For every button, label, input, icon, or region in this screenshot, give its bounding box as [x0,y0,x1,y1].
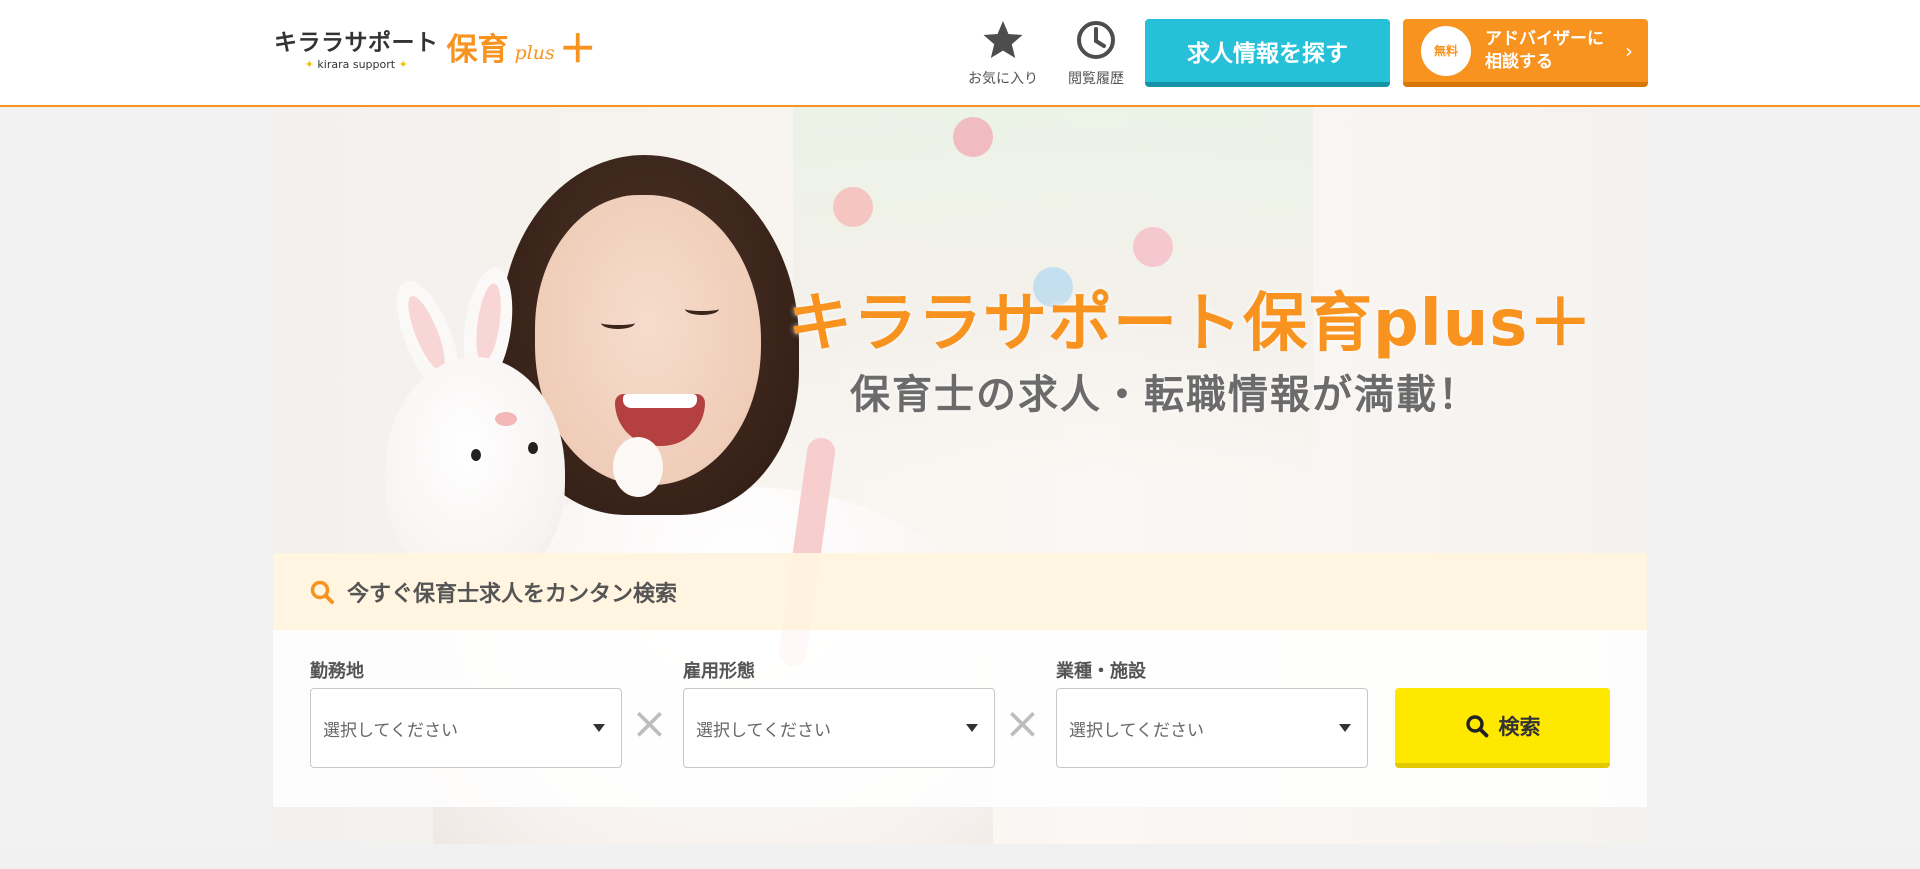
search-jobs-label: 求人情報を探す [1187,40,1348,67]
favorites-link[interactable]: お気に入り [963,18,1043,88]
hero-subtitle: 保育士の求人・転職情報が満載！ [850,372,1480,418]
hero-decoration [1133,227,1173,267]
site-logo[interactable]: キララサポート ✦ kirara support ✦ 保育 plus ＋ [274,30,597,74]
logo-wordmark: キララサポート ✦ kirara support ✦ [274,30,439,72]
page-bottom-strip [0,844,1920,869]
facility-type-select[interactable]: 選択してください [1056,688,1368,768]
advisor-label-line1: アドバイザーに [1485,28,1604,49]
logo-hoiku-text: 保育 [446,32,509,68]
logo-sub-label: kirara support [317,58,396,71]
search-panel-title: 今すぐ保育士求人をカンタン検索 [347,581,678,607]
site-header: キララサポート ✦ kirara support ✦ 保育 plus ＋ お気に… [0,0,1920,107]
star-icon [983,21,1023,58]
location-label: 勤務地 [310,661,364,682]
caret-down-icon [593,724,605,732]
history-label: 閲覧履歴 [1068,71,1124,87]
history-link[interactable]: 閲覧履歴 [1056,18,1136,88]
search-form: 勤務地 選択してください × 雇用形態 選択してください × 業種・施設 選択し… [273,630,1647,807]
bunny-eye [528,442,538,454]
search-jobs-button[interactable]: 求人情報を探す [1145,19,1390,87]
hero-decoration [833,187,873,227]
cross-icon: × [631,698,668,749]
logo-cross-text: ＋ [558,27,597,71]
logo-sub-text: ✦ kirara support ✦ [305,58,408,72]
logo-plus-text: plus [514,42,555,64]
logo-jp-text: キララサポート [274,30,439,56]
free-badge: 無料 [1421,25,1471,76]
search-button-label: 検索 [1498,714,1541,739]
person-eye [685,303,719,315]
search-icon [310,580,334,604]
employment-type-select-value: 選択してください [696,720,831,741]
location-select[interactable]: 選択してください [310,688,622,768]
facility-type-label: 業種・施設 [1056,661,1146,682]
hero-decoration [953,117,993,157]
clock-icon [1077,21,1115,59]
favorites-label: お気に入り [968,71,1038,87]
employment-type-label: 雇用形態 [683,661,755,682]
person-eye [601,317,635,329]
bunny-paw [613,437,663,497]
hero-title: キララサポート保育plus＋ [788,287,1594,361]
chevron-right-icon: › [1625,38,1633,63]
cross-icon: × [1004,698,1041,749]
search-panel-header: 今すぐ保育士求人をカンタン検索 [273,553,1647,630]
sparkle-icon: ✦ [304,58,314,71]
caret-down-icon [1339,724,1351,732]
advisor-label: アドバイザーに 相談する [1485,28,1615,74]
bunny-eye [471,449,481,461]
search-button[interactable]: 検索 [1395,688,1610,768]
search-icon [1465,714,1488,737]
location-select-value: 選択してください [323,720,458,741]
facility-type-select-value: 選択してください [1069,720,1204,741]
advisor-consult-button[interactable]: 無料 アドバイザーに 相談する › [1403,19,1648,87]
sparkle-icon: ✦ [398,58,408,71]
bunny-nose [495,412,517,426]
advisor-label-line2: 相談する [1485,51,1553,72]
caret-down-icon [966,724,978,732]
employment-type-select[interactable]: 選択してください [683,688,995,768]
